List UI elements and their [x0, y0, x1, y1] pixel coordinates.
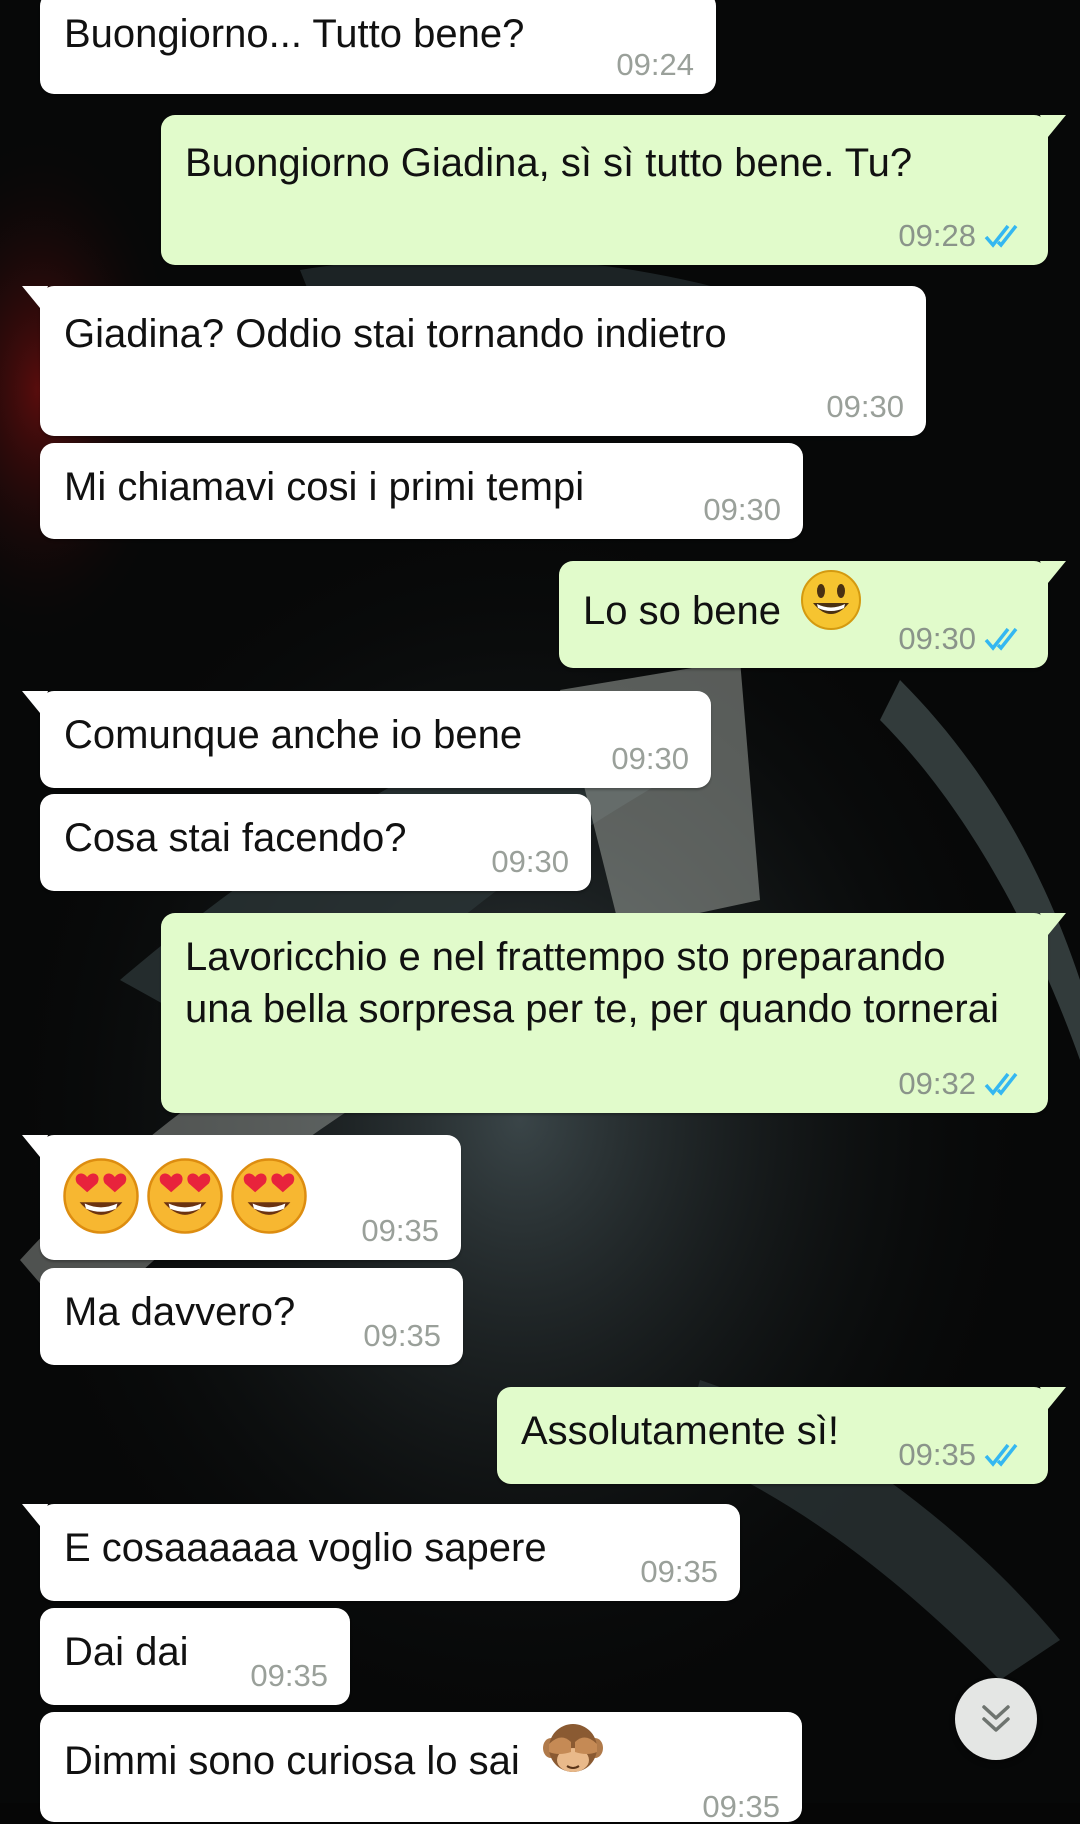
- message-time: 09:35: [250, 1658, 328, 1693]
- bubble-tail-icon: [22, 1504, 48, 1526]
- message-time: 09:32: [898, 1066, 976, 1101]
- message-incoming[interactable]: Buongiorno... Tutto bene? 09:24: [40, 0, 716, 94]
- bubble-tail-icon: [22, 286, 48, 308]
- message-text-content: Lo so bene: [583, 589, 781, 634]
- message-outgoing[interactable]: Assolutamente sì! 09:35: [497, 1387, 1066, 1484]
- bubble-tail-icon: [1040, 913, 1066, 935]
- bubble-tail-icon: [1040, 561, 1066, 583]
- message-list[interactable]: Buongiorno... Tutto bene? 09:24 Buongior…: [0, 0, 1080, 1824]
- message-meta: 09:35: [702, 1790, 780, 1824]
- message-incoming[interactable]: Cosa stai facendo? 09:30: [40, 794, 591, 891]
- message-incoming[interactable]: Comunque anche io bene 09:30: [22, 691, 711, 788]
- heart-eyes-emoji-icon: [147, 1158, 223, 1234]
- message-text: Mi chiamavi cosi i primi tempi: [64, 465, 585, 509]
- message-time: 09:30: [491, 844, 569, 879]
- message-meta: 09:30: [703, 493, 781, 527]
- message-time: 09:30: [826, 389, 904, 424]
- heart-eyes-emoji-icon: [231, 1158, 307, 1234]
- message-incoming[interactable]: Ma davvero? 09:35: [40, 1268, 463, 1365]
- message-text: Comunque anche io bene: [64, 713, 523, 757]
- message-text: Giadina? Oddio stai tornando indietro: [64, 312, 727, 356]
- message-incoming[interactable]: Giadina? Oddio stai tornando indietro 09…: [22, 286, 926, 436]
- message-incoming[interactable]: Dimmi sono curiosa lo sai 09:35: [40, 1712, 802, 1824]
- message-meta: 09:28: [898, 219, 1026, 253]
- message-time: 09:30: [611, 741, 689, 776]
- message-time: 09:30: [898, 621, 976, 656]
- message-meta: 09:30: [491, 845, 569, 879]
- scroll-to-bottom-button[interactable]: [955, 1678, 1037, 1760]
- bubble-tail-icon: [22, 691, 48, 713]
- double-chevron-down-icon: [982, 1705, 1010, 1732]
- message-meta: 09:24: [616, 48, 694, 82]
- bubble-tail-icon: [1040, 115, 1066, 137]
- double-check-read-icon: [984, 1070, 1026, 1098]
- bubble-tail-icon: [22, 1135, 48, 1157]
- message-text: Dai dai: [64, 1630, 189, 1674]
- message-text: Lavoricchio e nel frattempo sto preparan…: [185, 935, 999, 1031]
- message-outgoing[interactable]: Lavoricchio e nel frattempo sto preparan…: [161, 913, 1066, 1113]
- message-meta: 09:35: [363, 1319, 441, 1353]
- message-incoming[interactable]: 09:35: [22, 1135, 461, 1260]
- message-outgoing[interactable]: Buongiorno Giadina, sì sì tutto bene. Tu…: [161, 115, 1066, 265]
- message-time: 09:28: [898, 218, 976, 253]
- double-check-read-icon: [984, 625, 1026, 653]
- message-meta: 09:35: [250, 1659, 328, 1693]
- message-meta: 09:35: [361, 1214, 439, 1248]
- double-check-read-icon: [984, 222, 1026, 250]
- message-text: Dimmi sono curiosa lo sai: [64, 1724, 605, 1795]
- message-time: 09:24: [616, 47, 694, 82]
- message-text: Cosa stai facendo?: [64, 816, 407, 860]
- message-meta: 09:35: [640, 1555, 718, 1589]
- message-text: Buongiorno Giadina, sì sì tutto bene. Tu…: [185, 141, 913, 185]
- message-time: 09:35: [702, 1789, 780, 1824]
- double-check-read-icon: [984, 1441, 1026, 1469]
- heart-eyes-emoji-icon: [63, 1158, 139, 1234]
- message-time: 09:35: [898, 1437, 976, 1472]
- message-incoming[interactable]: E cosaaaaaa voglio sapere 09:35: [22, 1504, 740, 1601]
- message-text: Assolutamente sì!: [521, 1409, 839, 1453]
- see-no-evil-monkey-emoji-icon: [541, 1718, 605, 1795]
- message-text: E cosaaaaaa voglio sapere: [64, 1526, 547, 1570]
- message-meta: 09:30: [611, 742, 689, 776]
- message-meta: 09:32: [898, 1067, 1026, 1101]
- message-text: Lo so bene: [583, 570, 862, 644]
- message-text: Buongiorno... Tutto bene?: [64, 12, 525, 56]
- message-time: 09:35: [361, 1213, 439, 1248]
- message-text: Ma davvero?: [64, 1290, 296, 1334]
- message-time: 09:35: [363, 1318, 441, 1353]
- message-incoming[interactable]: Mi chiamavi cosi i primi tempi 09:30: [40, 443, 803, 539]
- message-incoming[interactable]: Dai dai 09:35: [40, 1608, 350, 1705]
- message-time: 09:35: [640, 1554, 718, 1589]
- message-meta: 09:30: [898, 622, 1026, 656]
- message-meta: 09:35: [898, 1438, 1026, 1472]
- heart-eyes-emoji-row: [62, 1157, 308, 1235]
- message-outgoing[interactable]: Lo so bene 09:30: [559, 561, 1066, 668]
- bubble-tail-icon: [1040, 1387, 1066, 1409]
- smiley-emoji-icon: [800, 569, 862, 644]
- message-meta: 09:30: [826, 390, 904, 424]
- message-time: 09:30: [703, 492, 781, 527]
- message-text-content: Dimmi sono curiosa lo sai: [64, 1739, 520, 1784]
